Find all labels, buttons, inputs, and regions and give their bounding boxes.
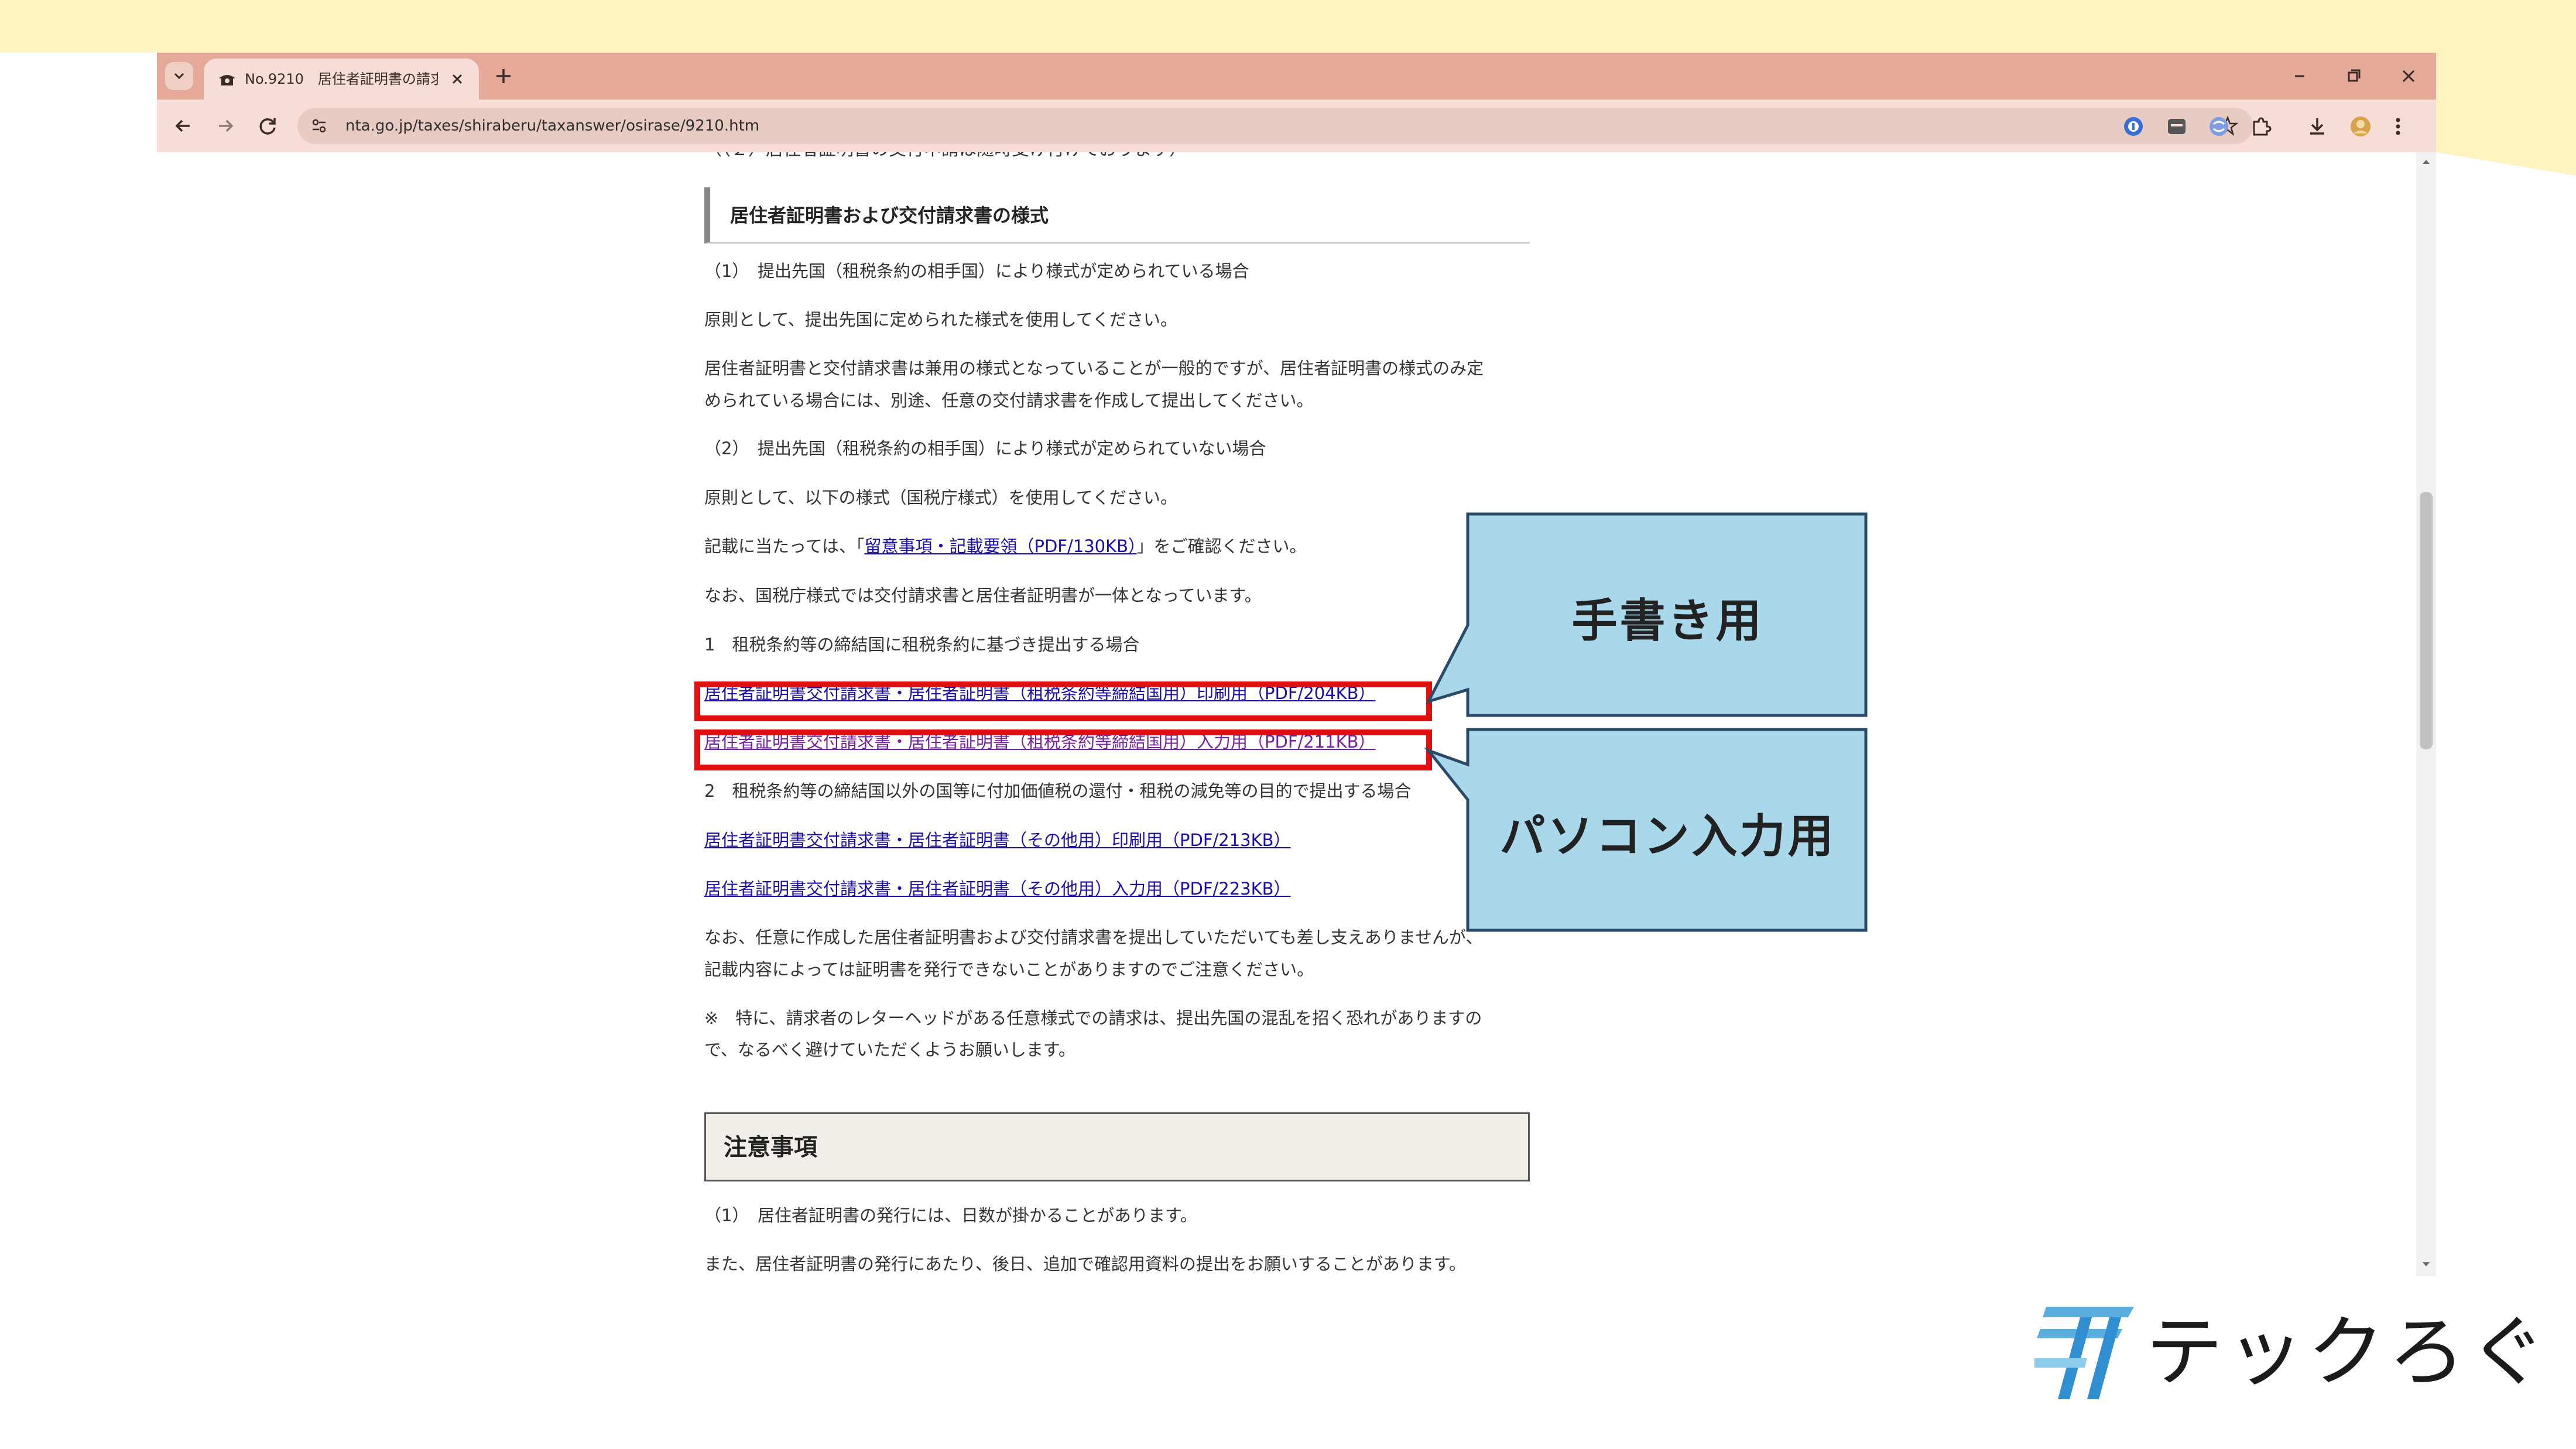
cut-off-text: （（２）居住者証明書の交付申請は随時受け付けております） [704,152,1187,163]
reload-icon[interactable] [255,114,280,138]
section-heading-text: 居住者証明書および交付請求書の様式 [730,204,1049,227]
paragraph: 記載内容によっては証明書を発行できないことがありますのでご注意ください。 [704,960,1314,979]
address-bar[interactable]: nta.go.jp/taxes/shiraberu/taxanswer/osir… [297,108,2253,144]
paragraph: 原則として、以下の様式（国税庁様式）を使用してください。 [704,488,1177,508]
paragraph: められている場合には、別途、任意の交付請求書を作成して提出してください。 [704,390,1314,410]
browser-toolbar: nta.go.jp/taxes/shiraberu/taxanswer/osir… [157,100,2436,152]
site-favicon-icon [219,75,235,85]
back-arrow-icon[interactable] [171,114,196,138]
guidelines-pdf-link[interactable]: 留意事項・記載要領（PDF/130KB） [864,536,1136,556]
vertical-scrollbar[interactable] [2416,152,2436,1276]
section-heading: 居住者証明書および交付請求書の様式 [704,187,1530,244]
profile-avatar-icon[interactable] [2348,114,2373,139]
browser-tab[interactable]: No.9210 居住者証明書の請求 [204,59,479,100]
highlight-frame-input [694,729,1432,770]
translate-extension-icon[interactable] [2206,114,2232,139]
forward-arrow-icon[interactable] [213,114,238,138]
close-tab-icon[interactable] [448,70,466,88]
chevron-down-icon [174,73,184,80]
logo-mark-icon [2034,1307,2134,1399]
brand-logo: テックろぐ [2034,1294,2546,1405]
url-text: nta.go.jp/taxes/shiraberu/taxanswer/osir… [345,117,760,135]
paragraph: 1 租税条約等の締結国に租税条約に基づき提出する場合 [704,635,1140,655]
close-window-icon[interactable] [2397,64,2420,88]
notes-heading: 注意事項 [704,1112,1530,1181]
site-info-icon[interactable] [309,116,329,136]
callout-pc-text: パソコン入力用 [1499,810,1836,863]
callout-handwritten-text: 手書き用 [1571,595,1764,648]
minimize-icon[interactable] [2288,64,2311,88]
new-tab-icon[interactable] [492,64,515,88]
paragraph: で、なるべく避けていただくようお願いします。 [704,1040,1075,1060]
tab-bar: No.9210 居住者証明書の請求 [157,53,2436,100]
kebab-menu-icon[interactable] [2385,114,2411,139]
other-print-pdf-link[interactable]: 居住者証明書交付請求書・居住者証明書（その他用）印刷用（PDF/213KB） [704,824,1291,857]
paragraph: （1） 提出先国（租税条約の相手国）により様式が定められている場合 [704,261,1249,281]
paragraph: また、居住者証明書の発行にあたり、後日、追加で確認用資料の提出をお願いすることが… [704,1254,1466,1274]
download-icon[interactable] [2304,114,2330,139]
paragraph: なお、国税庁様式では交付請求書と居住者証明書が一体となっています。 [704,585,1262,605]
callout-pc-input: パソコン入力用 [1424,728,1868,934]
paragraph: 居住者証明書と交付請求書は兼用の様式となっていることが一般的ですが、居住者証明書… [704,358,1484,378]
password-manager-icon[interactable] [2121,114,2146,139]
paragraph-with-link: 記載に当たっては、「留意事項・記載要領（PDF/130KB）」をご確認ください。 [704,530,1307,563]
highlight-frame-print [694,681,1432,721]
paragraph: 原則として、提出先国に定められた様式を使用してください。 [704,310,1177,330]
paragraph: （2） 提出先国（租税条約の相手国）により様式が定められていない場合 [704,439,1266,458]
paragraph: なお、任意に作成した居住者証明書および交付請求書を提出していただいても差し支えあ… [704,927,1483,947]
scroll-down-arrow-icon[interactable] [2421,1259,2431,1269]
logo-text: テックろぐ [2146,1307,2550,1397]
callout-handwritten: 手書き用 [1426,512,1868,719]
paragraph: （1） 居住者証明書の発行には、日数が掛かることがあります。 [704,1205,1198,1225]
tab-title: No.9210 居住者証明書の請求 [245,71,438,87]
scroll-up-arrow-icon[interactable] [2421,157,2431,167]
other-input-pdf-link[interactable]: 居住者証明書交付請求書・居住者証明書（その他用）入力用（PDF/223KB） [704,872,1291,905]
extensions-puzzle-icon[interactable] [2248,114,2274,139]
paragraph: ※ 特に、請求者のレターヘッドがある任意様式での請求は、提出先国の混乱を招く恐れ… [704,1008,1482,1028]
paragraph: 2 租税条約等の締結国以外の国等に付加価値税の還付・租税の減免等の目的で提出する… [704,781,1412,801]
text: 記載に当たっては、「 [704,536,865,556]
scroll-thumb[interactable] [2420,492,2433,749]
text: 」をご確認ください。 [1136,536,1307,556]
restore-icon[interactable] [2342,64,2365,88]
reader-extension-icon[interactable] [2164,114,2190,139]
notes-heading-text: 注意事項 [724,1134,817,1161]
browser-window: No.9210 居住者証明書の請求 nta.go.jp/taxes/shirab… [157,53,2436,1276]
tab-search-button[interactable] [165,62,193,90]
